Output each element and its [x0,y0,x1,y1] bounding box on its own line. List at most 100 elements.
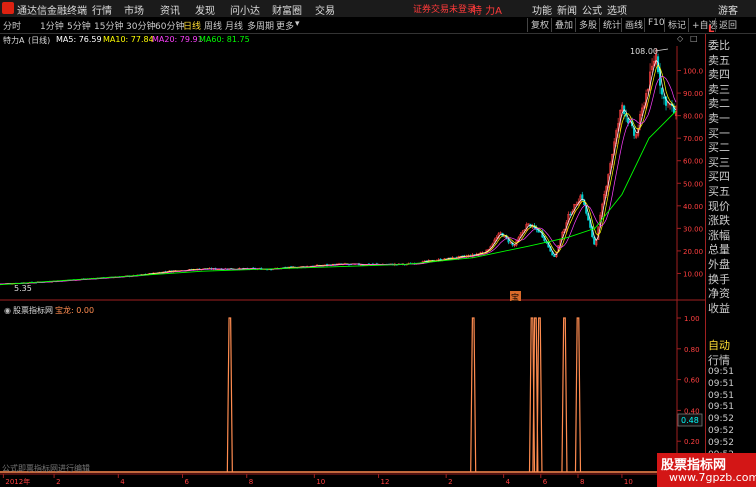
menu-guest[interactable]: 游客 [718,2,738,17]
time-axis: 2012年2468101224681011 [2,474,677,486]
time-tick-label: 8 [249,478,253,486]
back-button[interactable]: 返回 [715,18,737,32]
tab-weekly[interactable]: 周线 [204,19,222,32]
low-price-label: 5.35 [14,284,32,293]
mark-button[interactable]: 标记 [664,18,686,32]
tab-15min[interactable]: 15分钟 [94,19,123,32]
indicator-cursor-value: 0.48 [681,416,699,425]
menu-options[interactable]: 选项 [607,2,627,17]
menu-wealth[interactable]: 财富圈 [272,2,302,17]
signal-spike [536,317,543,473]
chevron-down-icon[interactable]: ▾ [295,19,300,29]
tab-5min[interactable]: 5分钟 [67,19,91,32]
multi-stock-button[interactable]: 多股 [575,18,597,32]
watermark-url: www.7gpzb.com [669,471,756,484]
tab-daily[interactable]: 日线 [183,19,201,32]
price-axis: 100.0 90.00 80.00 70.00 60.00 50.00 40.00 30.00… [677,68,703,278]
menu-quotes[interactable]: 行情 [92,2,112,17]
menu-trade[interactable]: 交易 [315,2,335,17]
login-warning[interactable]: 证券交易未登录 [413,2,476,15]
indicator-tick-label: 1.00 [684,315,700,323]
tab-multi[interactable]: 多周期 [247,19,274,32]
tab-monthly[interactable]: 月线 [225,19,243,32]
auto-section-label[interactable]: 自动 [708,337,730,353]
time-tick-label: 10 [316,478,325,486]
ma-info-line: 特力A (日线) MA5: 76.59 MA10: 77.84 MA20: 79… [0,34,705,46]
security-name: 特 力A [472,6,503,17]
adjust-button[interactable]: 复权 [527,18,549,32]
site-watermark: 股票指标网 www.7gpzb.com [657,453,756,487]
menu-function[interactable]: 功能 [532,2,552,17]
time-tick-label: 2 [448,478,452,486]
tab-60min[interactable]: 60分钟 [155,19,184,32]
tab-1min[interactable]: 1分钟 [40,19,64,32]
panel-label: 卖三 [708,82,730,96]
price-tick-label: 30.00 [683,225,703,233]
tick-time: 09:51 [708,390,734,401]
ma5-value: MA5: 76.59 [56,35,102,44]
menu-news[interactable]: 资讯 [160,2,180,17]
price-tick-label: 60.00 [683,158,703,166]
time-tick-label: 4 [506,478,511,486]
indicator-note: 公式即票指标网进行编辑 [2,463,90,473]
stock-title: 特力A [3,36,25,45]
menu-newsflash[interactable]: 新闻 [557,2,577,17]
tick-time: 09:51 [708,367,734,377]
ma10-line [0,64,677,285]
ma20-value: MA20: 79.91 [152,35,203,44]
tick-time: 09:52 [708,414,734,425]
tab-more[interactable]: 更多 [276,19,294,32]
time-tick-label: 10 [624,478,633,486]
quote-side-panel: L 委比 卖五 卖四 卖三 卖二 卖一 买一 买二 买三 买四 买五 现价 涨跌 涨幅 总量 外盘 换手 净资 收益… [705,24,756,487]
indicator-title: 股票指标网 [13,305,53,315]
price-tick-label: 40.00 [683,203,703,211]
tick-time: 09:51 [708,402,734,413]
tab-30min[interactable]: 30分钟 [126,19,155,32]
candle-body [662,96,666,99]
menu-market[interactable]: 市场 [124,2,144,17]
price-tick-label: 10.00 [683,270,703,278]
tab-timeshare[interactable]: 分时 [3,19,21,32]
statistics-button[interactable]: 统计 [599,18,621,32]
f10-button[interactable]: F10 [644,18,665,32]
price-pane[interactable] [0,47,678,286]
panel-label: 买四 [708,170,730,184]
panel-header: L [708,24,715,35]
close-panel-icon[interactable]: □ [690,34,698,43]
ma5-line [0,59,677,285]
ma60-line [0,110,677,286]
signal-spike [561,317,568,473]
overlay-button[interactable]: 叠加 [551,18,573,32]
panel-label: 涨幅 [708,228,730,242]
time-tick-label: 2012年 [5,477,30,486]
panel-label: 卖五 [708,53,730,67]
time-tick-label: 4 [120,478,125,486]
menu-discover[interactable]: 发现 [195,2,215,17]
app-logo-icon [2,2,14,14]
settings-gear-icon[interactable]: ◇ [677,34,683,43]
panel-label: 买五 [708,185,730,198]
menu-assistant[interactable]: 问小达 [230,2,260,17]
price-tick-label: 80.00 [683,113,703,121]
indicator-pane[interactable] [0,317,676,473]
panel-label: 买一 [708,126,730,140]
candle-body [569,214,572,216]
indicator-gear-icon[interactable]: ◉ [4,306,11,315]
panel-label: 卖四 [708,68,730,82]
time-tick-label: 12 [381,478,390,486]
panel-label: 收益 [708,301,730,315]
price-tick-label: 50.00 [683,180,703,188]
panel-label: 净资 [708,287,730,301]
signal-spike [574,317,582,473]
price-tick-label: 100.0 [683,68,703,76]
ma60-value: MA60: 81.75 [199,35,250,44]
chart-area: 100.0 90.00 80.00 70.00 60.00 50.00 40.00 30.00… [0,46,705,486]
drawing-button[interactable]: 画线 [621,18,643,32]
ticker-section-label: 行情 [708,354,730,367]
menu-formula[interactable]: 公式 [582,2,602,17]
time-tick-label: 6 [185,478,190,486]
tick-time: 09:51 [708,378,734,389]
panel-label: 委比 [708,39,730,52]
price-tick-label: 70.00 [683,135,703,143]
indicator-tick-label: 0.80 [684,346,700,354]
